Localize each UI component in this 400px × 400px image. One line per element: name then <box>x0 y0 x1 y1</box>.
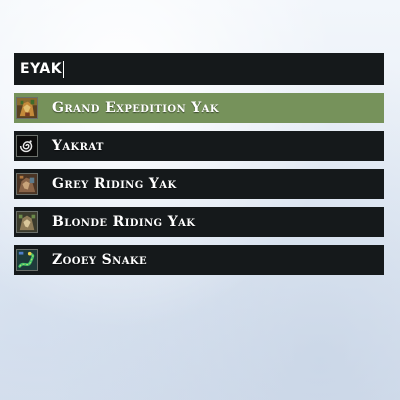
yak-mount-icon <box>16 97 38 119</box>
mount-search-panel: EYAK Grand Expedition Yak Yakrat Grey Ri… <box>14 53 384 283</box>
search-input[interactable]: EYAK <box>14 53 384 85</box>
result-item-grey-riding-yak[interactable]: Grey Riding Yak <box>14 169 384 199</box>
snake-icon <box>16 249 38 271</box>
text-caret <box>63 60 65 78</box>
yak-mount-icon <box>16 211 38 233</box>
yak-mount-icon <box>16 173 38 195</box>
result-item-label: Yakrat <box>52 138 104 154</box>
result-item-label: Zooey Snake <box>52 252 147 268</box>
result-item-label: Grand Expedition Yak <box>52 100 219 116</box>
result-item-grand-expedition-yak[interactable]: Grand Expedition Yak <box>14 93 384 123</box>
spiral-icon <box>16 135 38 157</box>
result-item-label: Blonde Riding Yak <box>52 214 196 230</box>
result-item-label: Grey Riding Yak <box>52 176 177 192</box>
search-input-value: EYAK <box>20 61 63 77</box>
result-item-yakrat[interactable]: Yakrat <box>14 131 384 161</box>
result-item-zooey-snake[interactable]: Zooey Snake <box>14 245 384 275</box>
result-item-blonde-riding-yak[interactable]: Blonde Riding Yak <box>14 207 384 237</box>
